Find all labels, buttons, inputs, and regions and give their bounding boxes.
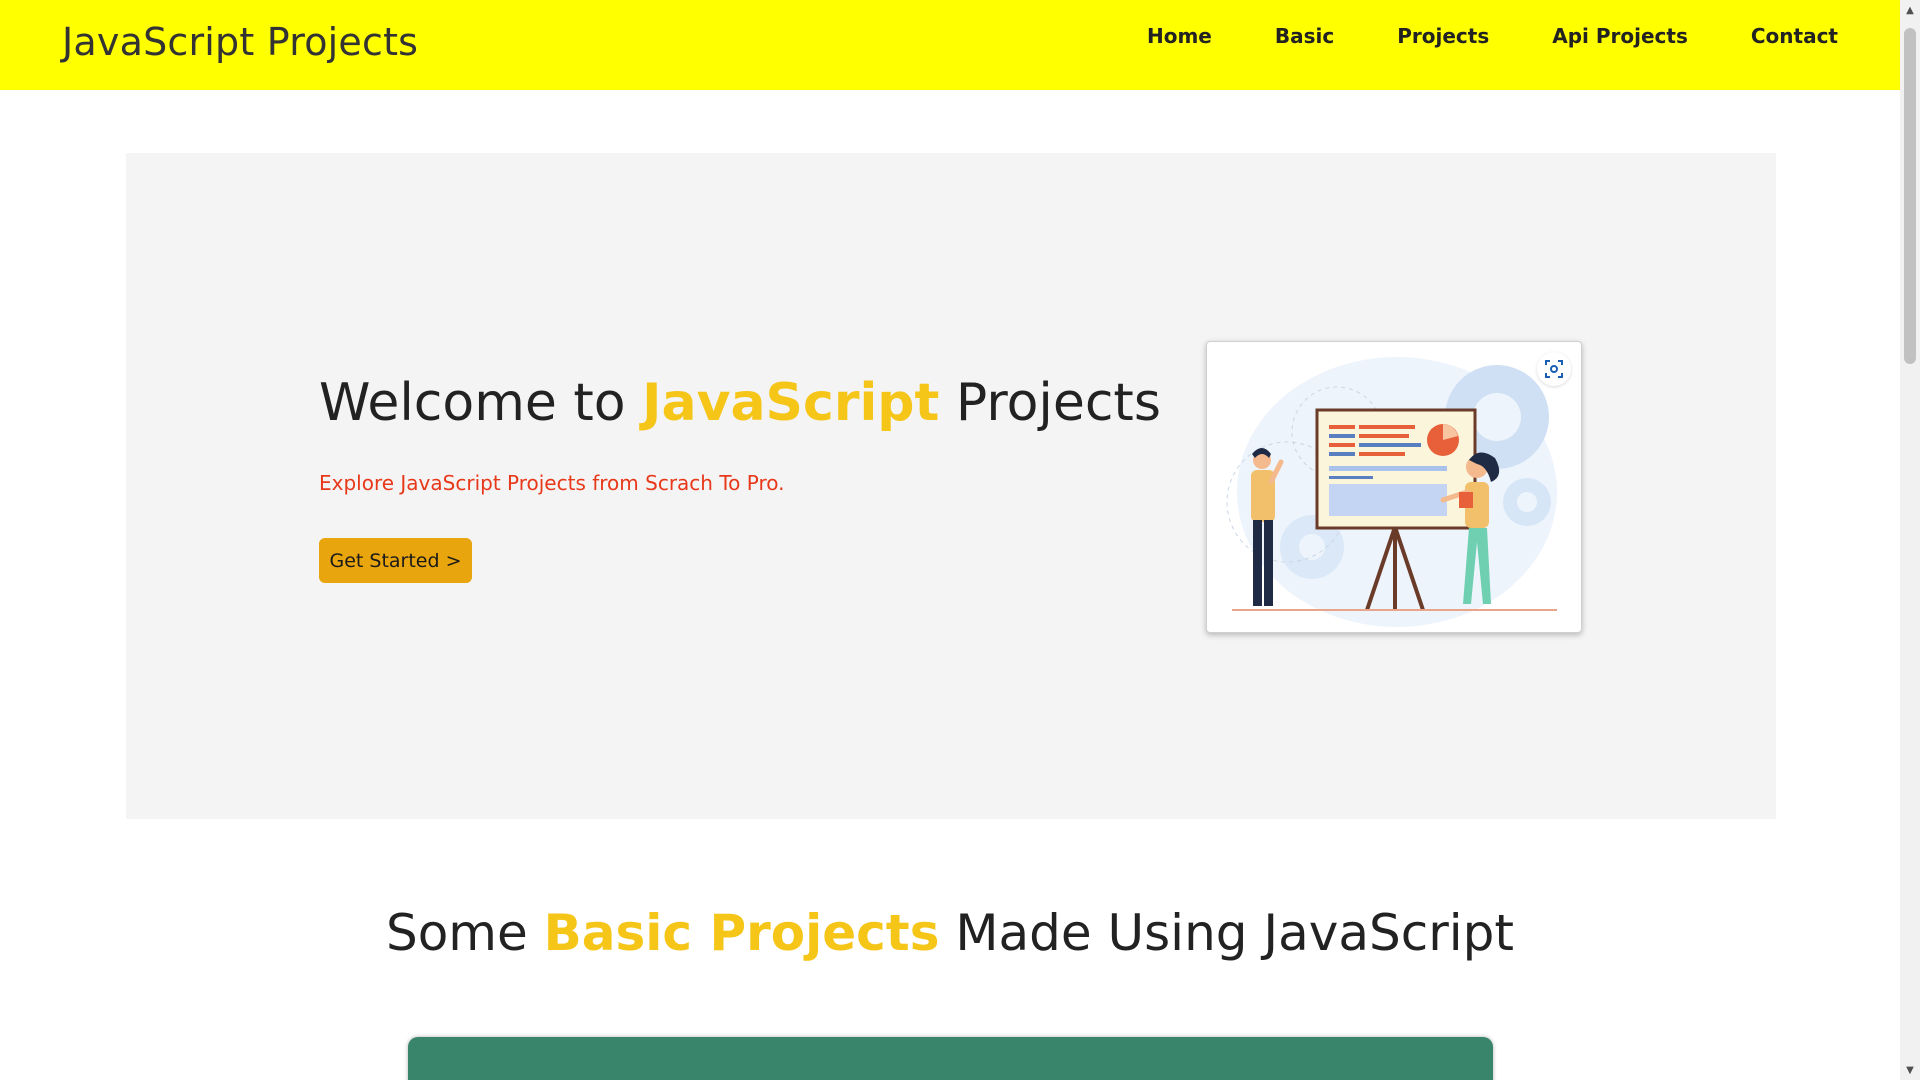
get-started-button[interactable]: Get Started >: [319, 538, 472, 583]
gear-icon: [1503, 478, 1551, 526]
nav-basic[interactable]: Basic: [1275, 22, 1334, 50]
project-card[interactable]: [408, 1037, 1493, 1080]
top-navbar: JavaScript Projects Home Basic Projects …: [0, 0, 1900, 90]
nav-home[interactable]: Home: [1147, 22, 1212, 50]
section-title: Some Basic Projects Made Using JavaScrip…: [0, 904, 1900, 962]
hero-section: Welcome to JavaScript Projects Explore J…: [126, 153, 1776, 819]
hero-title: Welcome to JavaScript Projects: [319, 373, 1161, 433]
scroll-down-arrow-icon[interactable]: ▼: [1900, 1062, 1920, 1078]
hero-title-suffix: Projects: [939, 373, 1161, 433]
main-nav: Home Basic Projects Api Projects Contact: [1084, 22, 1838, 50]
nav-projects[interactable]: Projects: [1397, 22, 1489, 50]
page-scrollbar[interactable]: ▲ ▼: [1900, 0, 1920, 1080]
hero-title-prefix: Welcome to: [319, 373, 643, 433]
section-title-suffix: Made Using JavaScript: [939, 904, 1515, 962]
hero-subtitle: Explore JavaScript Projects from Scrach …: [319, 471, 785, 495]
presentation-illustration: [1226, 357, 1557, 627]
nav-api-projects[interactable]: Api Projects: [1552, 22, 1688, 50]
hero-illustration: [1206, 341, 1582, 633]
site-brand[interactable]: JavaScript Projects: [62, 20, 418, 64]
scrollbar-thumb[interactable]: [1904, 28, 1916, 364]
section-title-highlight: Basic Projects: [543, 904, 940, 962]
nav-contact[interactable]: Contact: [1751, 22, 1838, 50]
scroll-up-arrow-icon[interactable]: ▲: [1900, 2, 1920, 18]
section-title-prefix: Some: [385, 904, 544, 962]
hero-title-highlight: JavaScript: [642, 373, 940, 433]
visual-search-icon[interactable]: [1537, 352, 1571, 386]
